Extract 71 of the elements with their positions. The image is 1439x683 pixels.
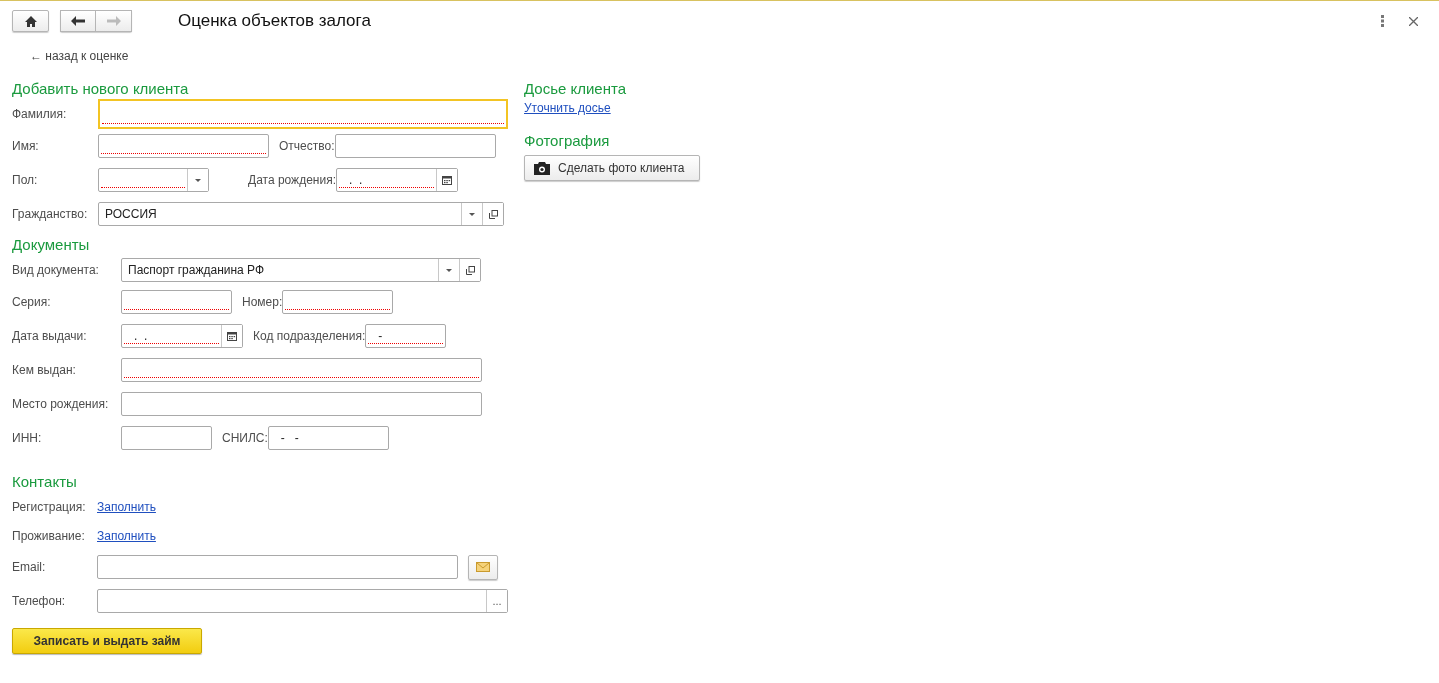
field-label: Код подразделения: <box>253 329 366 343</box>
caret-icon <box>195 178 201 182</box>
date-field[interactable]: . . <box>121 324 243 348</box>
right-arrow-icon <box>106 16 121 26</box>
input-field[interactable] <box>98 99 508 129</box>
send-email-button[interactable] <box>468 554 498 580</box>
dossier-link[interactable]: Уточнить досье <box>524 101 611 115</box>
open-button[interactable] <box>459 259 480 281</box>
home-icon <box>24 15 37 27</box>
phone-field[interactable]: ... <box>97 589 508 613</box>
field-label: Имя: <box>12 139 40 153</box>
field-label: Регистрация: <box>12 499 87 514</box>
calendar-button[interactable] <box>436 169 457 191</box>
input-field[interactable] <box>121 358 482 382</box>
home-button[interactable] <box>12 10 49 32</box>
field-label: ИНН: <box>12 431 43 445</box>
take-photo-button[interactable]: Сделать фото клиента <box>524 155 700 181</box>
field-label: Кем выдан: <box>12 363 77 377</box>
open-window-icon <box>465 265 475 275</box>
open-button[interactable] <box>482 203 503 225</box>
email-field[interactable] <box>97 555 458 579</box>
input-field[interactable] <box>282 290 394 314</box>
left-arrow-icon <box>71 16 85 26</box>
close-icon[interactable] <box>1409 16 1418 26</box>
field-label: СНИЛС: <box>222 431 268 445</box>
select-button[interactable]: ... <box>486 590 507 612</box>
field-label: Email: <box>12 560 47 574</box>
section-heading: Документы <box>12 235 91 255</box>
more-icon[interactable] <box>1381 15 1385 27</box>
calendar-icon <box>227 331 237 341</box>
camera-icon <box>534 161 550 175</box>
field-label: Дата выдачи: <box>12 329 88 343</box>
field-label: Фамилия: <box>12 107 68 121</box>
input-field[interactable] <box>121 290 232 314</box>
submit-button[interactable]: Записать и выдать займ <box>12 628 202 654</box>
caret-icon <box>469 212 475 216</box>
calendar-button[interactable] <box>221 325 242 347</box>
calendar-icon <box>442 175 452 185</box>
field-label: Дата рождения: <box>248 173 336 187</box>
field-label: Серия: <box>12 295 52 309</box>
dropdown-field[interactable]: Паспорт гражданина РФ <box>121 258 481 282</box>
open-window-icon <box>488 209 498 219</box>
field-label: Телефон: <box>12 594 67 608</box>
dropdown-field[interactable]: РОССИЯ <box>98 202 504 226</box>
field-label: Проживание: <box>12 528 86 543</box>
envelope-icon <box>476 562 490 572</box>
date-field[interactable]: . . <box>336 168 458 192</box>
field-label: Отчество: <box>279 139 335 153</box>
window-title: Оценка объектов залога <box>178 11 371 31</box>
field-label: Вид документа: <box>12 263 100 277</box>
input-field[interactable] <box>121 426 212 450</box>
fill-link[interactable]: Заполнить <box>97 528 156 543</box>
back-link[interactable]: ← назад к оценке <box>30 49 129 63</box>
fill-link[interactable]: Заполнить <box>97 499 156 514</box>
field-label: Гражданство: <box>12 207 89 221</box>
field-label: Место рождения: <box>12 397 110 411</box>
dropdown-field[interactable] <box>98 168 209 192</box>
input-field[interactable]: - <box>365 324 447 348</box>
caret-icon <box>446 268 452 272</box>
field-label: Пол: <box>12 173 39 187</box>
input-field[interactable]: - - <box>267 426 389 450</box>
input-field[interactable] <box>98 134 269 158</box>
dropdown-button[interactable] <box>187 169 208 191</box>
section-heading: Добавить нового клиента <box>12 79 190 99</box>
section-heading: Досье клиента <box>524 79 627 99</box>
section-heading: Фотография <box>524 131 610 151</box>
back-button[interactable] <box>60 10 96 32</box>
field-label: Номер: <box>242 295 283 309</box>
section-heading: Контакты <box>12 472 78 492</box>
input-field[interactable] <box>334 134 496 158</box>
input-field[interactable] <box>121 392 482 416</box>
